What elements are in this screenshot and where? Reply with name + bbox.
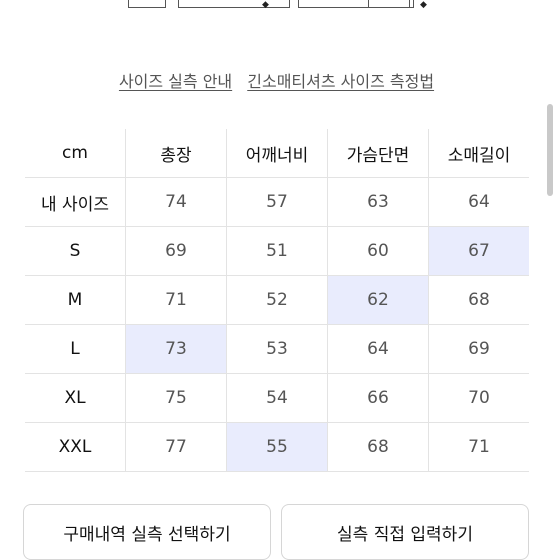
table-cell: 71 <box>125 275 227 325</box>
size-label: XL <box>25 373 126 423</box>
table-cell: 57 <box>226 177 328 227</box>
size-label: 내 사이즈 <box>25 177 126 227</box>
scrollbar[interactable] <box>547 104 553 196</box>
table-cell: 52 <box>226 275 328 325</box>
table-cell-highlighted: 67 <box>428 226 529 276</box>
table-row: M 71 52 62 68 <box>25 275 529 325</box>
table-cell: 68 <box>428 275 529 325</box>
column-header: 소매길이 <box>428 129 529 178</box>
table-row: S 69 51 60 67 <box>25 226 529 276</box>
top-cut-off-element: ◆ ◆ <box>120 0 440 10</box>
table-cell: 69 <box>428 324 529 374</box>
table-cell: 51 <box>226 226 328 276</box>
table-cell: 53 <box>226 324 328 374</box>
table-row: XXL 77 55 68 71 <box>25 422 529 472</box>
diamond-icon: ◆ <box>262 0 269 10</box>
size-guide-link[interactable]: 사이즈 실측 안내 <box>119 72 232 91</box>
column-header: 어깨너비 <box>226 129 328 178</box>
size-links: 사이즈 실측 안내 긴소매티셔츠 사이즈 측정법 <box>0 68 553 92</box>
table-cell-highlighted: 73 <box>125 324 227 374</box>
table-cell: 69 <box>125 226 227 276</box>
size-label: XXL <box>25 422 126 472</box>
column-header: cm <box>25 129 126 178</box>
table-cell: 70 <box>428 373 529 423</box>
table-cell: 68 <box>327 422 429 472</box>
column-header: 가슴단면 <box>327 129 429 178</box>
select-purchase-history-button[interactable]: 구매내역 실측 선택하기 <box>23 504 271 560</box>
table-row: 내 사이즈 74 57 63 64 <box>25 177 529 227</box>
table-row: XL 75 54 66 70 <box>25 373 529 423</box>
size-label: M <box>25 275 126 325</box>
table-cell-highlighted: 62 <box>327 275 429 325</box>
table-cell: 77 <box>125 422 227 472</box>
table-cell: 60 <box>327 226 429 276</box>
table-cell: 71 <box>428 422 529 472</box>
measure-method-link[interactable]: 긴소매티셔츠 사이즈 측정법 <box>247 72 434 91</box>
table-cell: 75 <box>125 373 227 423</box>
table-header-row: cm 총장 어깨너비 가슴단면 소매길이 <box>25 129 529 178</box>
table-cell: 54 <box>226 373 328 423</box>
table-cell: 74 <box>125 177 227 227</box>
column-header: 총장 <box>125 129 227 178</box>
manual-input-button[interactable]: 실측 직접 입력하기 <box>281 504 529 560</box>
table-row: L 73 53 64 69 <box>25 324 529 374</box>
size-label: S <box>25 226 126 276</box>
table-cell: 63 <box>327 177 429 227</box>
table-cell: 64 <box>428 177 529 227</box>
diamond-icon: ◆ <box>420 0 427 10</box>
table-cell: 66 <box>327 373 429 423</box>
size-label: L <box>25 324 126 374</box>
table-cell: 64 <box>327 324 429 374</box>
table-cell-highlighted: 55 <box>226 422 328 472</box>
size-table: cm 총장 어깨너비 가슴단면 소매길이 내 사이즈 74 57 63 64 S… <box>25 129 529 472</box>
